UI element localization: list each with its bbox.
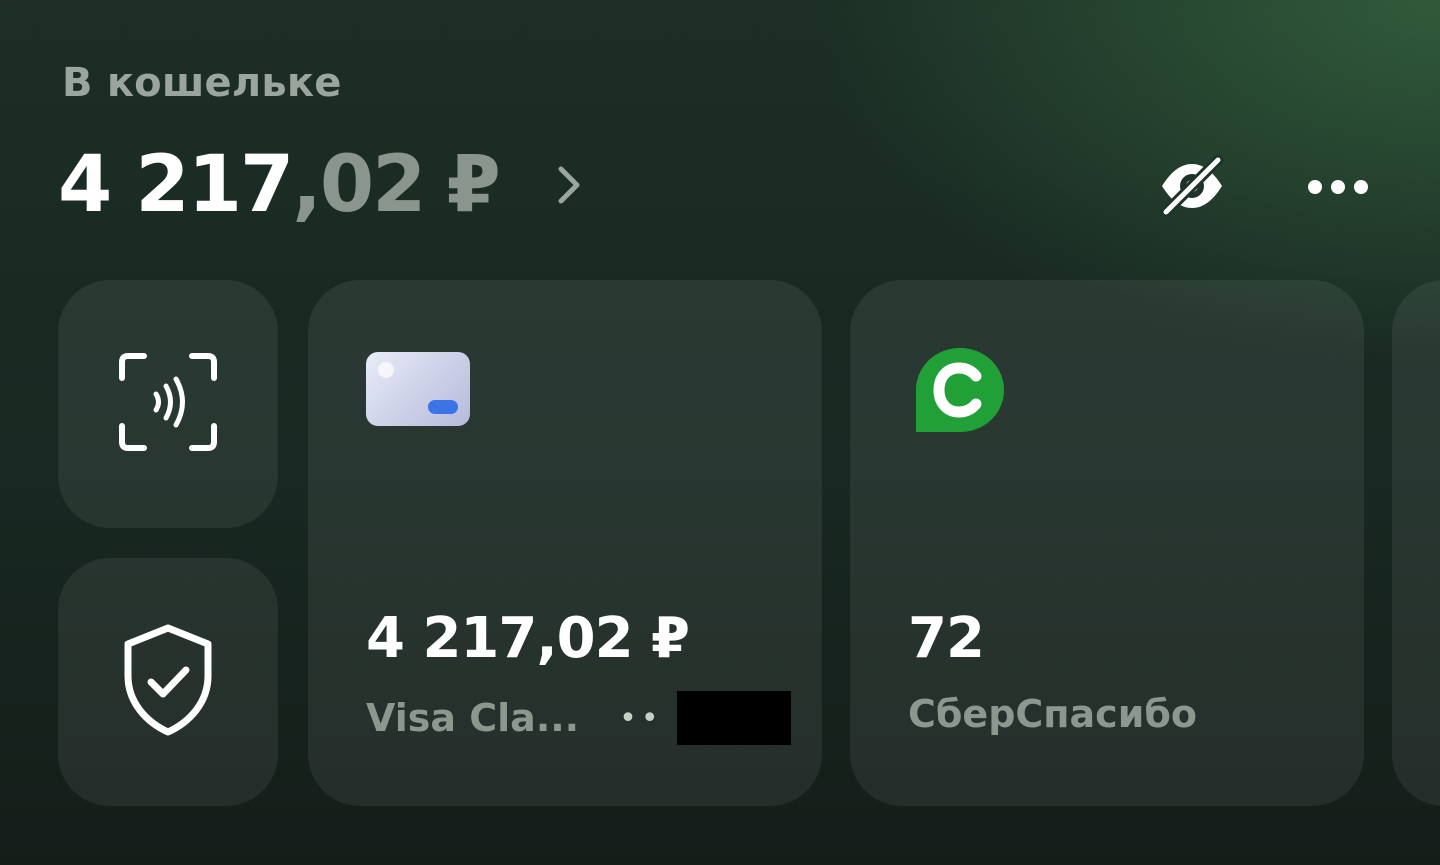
wallet-balance[interactable]: 4 217 ,02 ₽	[58, 140, 589, 230]
hide-balance-button[interactable]	[1152, 152, 1232, 224]
chevron-right-icon[interactable]	[549, 160, 589, 210]
spasibo-name: СберСпасибо	[908, 692, 1197, 736]
next-tile-partial[interactable]	[1392, 280, 1440, 806]
eye-off-icon	[1156, 154, 1228, 222]
nfc-scan-icon	[118, 352, 218, 456]
card-caption: Visa Cla... ••	[366, 690, 791, 746]
balance-integer: 4 217	[58, 140, 294, 230]
balance-fraction: ,02	[292, 140, 426, 230]
card-name: Visa Cla...	[366, 696, 580, 740]
spasibo-balance: 72	[908, 606, 985, 671]
card-thumbnail-icon	[366, 352, 470, 426]
card-balance: 4 217,02 ₽	[366, 606, 690, 671]
more-button[interactable]	[1298, 164, 1378, 214]
balance-currency: ₽	[446, 140, 501, 230]
card-number-mask: ••	[619, 700, 663, 736]
security-tile[interactable]	[58, 558, 278, 806]
spasibo-logo-icon	[914, 346, 1006, 434]
visa-card-tile[interactable]: 4 217,02 ₽ Visa Cla... ••	[308, 280, 822, 806]
spasibo-tile[interactable]: 72 СберСпасибо	[850, 280, 1364, 806]
wallet-label: В кошельке	[62, 60, 342, 106]
shield-check-icon	[120, 622, 216, 742]
nfc-pay-tile[interactable]	[58, 280, 278, 528]
more-dots-icon	[1307, 179, 1369, 199]
redacted-card-number	[676, 691, 791, 745]
